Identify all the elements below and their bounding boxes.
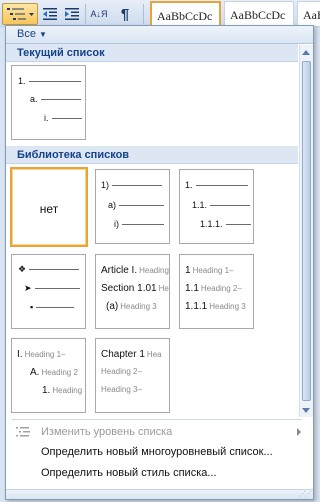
list-level-3: i) — [114, 219, 164, 229]
submenu-arrow-icon — [297, 428, 301, 436]
list-style-outline-tile[interactable]: I. Heading 1– A. Heading 2 1. Heading 3 — [11, 338, 86, 413]
filter-label: Все — [17, 28, 36, 40]
list-level-2: Section 1.01Heading 2 — [101, 283, 169, 294]
style-no-spacing[interactable]: AaBbCcDc — [224, 1, 294, 27]
multilevel-list-gallery: Все ▼ Текущий список 1. a. i. Библиотека … — [5, 25, 314, 500]
list-level-1: 1 Heading 1– — [185, 265, 234, 276]
gallery-scrollbar[interactable] — [299, 45, 313, 417]
current-list-tile[interactable]: 1. a. i. — [11, 65, 86, 140]
pilcrow-icon: ¶ — [120, 5, 130, 23]
list-none-tile[interactable]: нет — [10, 167, 88, 247]
list-level-3: (a) Heading 3 — [106, 301, 157, 312]
list-level-1: 1) — [101, 180, 163, 190]
change-level-icon — [16, 427, 30, 437]
list-style-chapter-tile[interactable]: Chapter 1 Hea Heading 2– Heading 3– — [95, 338, 170, 413]
multilevel-list-button[interactable] — [2, 3, 38, 25]
list-level-2: a. — [30, 94, 81, 104]
list-level-1: ❖ — [18, 264, 80, 275]
grip-dots-icon: ⋰⋰ — [299, 491, 312, 498]
list-style-heading-decimal-tile[interactable]: 1 Heading 1– 1.1 Heading 2– 1.1.1 Heading 3 — [179, 254, 254, 329]
increase-indent-icon — [65, 8, 79, 20]
sort-icon: A↓Я — [90, 8, 108, 19]
change-list-level-item[interactable]: Изменить уровень списка — [6, 422, 313, 442]
square-bullet-icon: ▪ — [30, 302, 34, 312]
list-style-paren-tile[interactable]: 1) a) i) — [95, 169, 170, 244]
define-multilevel-list-label: Определить новый многоуровневый список..… — [41, 446, 273, 458]
list-style-decimal-tile[interactable]: 1. 1.1. 1.1.1. — [179, 169, 254, 244]
resize-grip[interactable]: ⋰⋰ — [6, 489, 313, 499]
list-level-3: Heading 3– — [101, 385, 142, 394]
list-level-1: Chapter 1 Hea — [101, 349, 162, 360]
style-heading-1[interactable]: AaBb — [297, 1, 320, 27]
list-level-1: Article I.Heading 1 — [101, 265, 169, 276]
change-list-level-label: Изменить уровень списка — [41, 426, 173, 438]
arrow-bullet-icon: ➤ — [24, 283, 32, 293]
list-level-1: I. Heading 1– — [17, 349, 66, 360]
list-level-2: A. Heading 2 — [30, 367, 78, 378]
decrease-indent-icon — [43, 8, 57, 20]
ribbon-separator — [143, 4, 144, 24]
scroll-up-icon[interactable] — [302, 50, 310, 55]
list-level-2: Heading 2– — [101, 367, 142, 376]
section-current-list: Текущий список — [6, 44, 298, 62]
list-level-1: 1. — [185, 180, 248, 190]
define-multilevel-list-item[interactable]: Определить новый многоуровневый список..… — [6, 442, 313, 462]
multilevel-list-icon — [7, 8, 34, 20]
define-list-style-label: Определить новый стиль списка... — [41, 467, 217, 479]
style-normal[interactable]: AaBbCcDc — [150, 1, 221, 27]
ribbon: A↓Я ¶ AaBbCcDc AaBbCcDc AaBb — [0, 0, 320, 28]
chevron-down-icon: ▼ — [38, 30, 47, 39]
scroll-down-icon[interactable] — [302, 408, 310, 413]
list-level-3: i. — [44, 113, 82, 123]
list-style-bullets-tile[interactable]: ❖ ➤ ▪ — [11, 254, 86, 329]
list-level-3: 1.1.1 Heading 3 — [185, 301, 246, 312]
list-level-2: ➤ — [24, 283, 80, 294]
list-level-2: 1.1. — [192, 200, 251, 210]
list-style-article-tile[interactable]: Article I.Heading 1 Section 1.01Heading … — [95, 254, 170, 329]
list-level-2: 1.1 Heading 2– — [185, 283, 242, 294]
sort-button[interactable]: A↓Я — [88, 3, 110, 25]
list-level-3: 1. Heading 3 — [42, 385, 86, 396]
show-formatting-button[interactable]: ¶ — [114, 3, 136, 25]
scroll-thumb[interactable] — [302, 61, 311, 401]
increase-indent-button[interactable] — [62, 3, 82, 25]
list-level-2: a) — [108, 200, 165, 210]
filter-dropdown[interactable]: Все ▼ — [6, 26, 313, 44]
menu-divider — [12, 419, 302, 420]
list-level-3: 1.1.1. — [200, 219, 251, 229]
list-level-1: 1. — [18, 76, 81, 86]
decrease-indent-button[interactable] — [40, 3, 60, 25]
list-none-label: нет — [39, 202, 59, 216]
section-list-library: Библиотека списков — [6, 146, 298, 164]
list-level-3: ▪ — [30, 302, 75, 312]
diamond-bullet-icon: ❖ — [18, 264, 27, 274]
ribbon-separator — [85, 4, 86, 24]
define-list-style-item[interactable]: Определить новый стиль списка... — [6, 463, 313, 483]
